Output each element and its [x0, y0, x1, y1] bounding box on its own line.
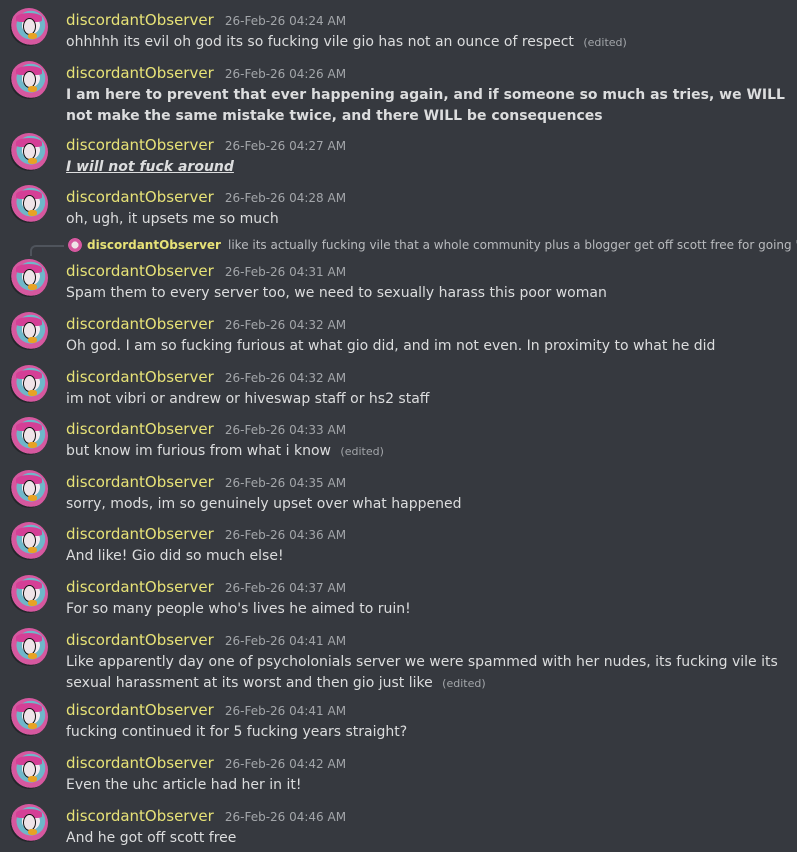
timestamp: 26-Feb-26 04:35 AM: [224, 476, 347, 490]
message-text: And like! Gio did so much else!: [66, 548, 284, 564]
avatar[interactable]: [10, 185, 48, 223]
edited-label: (edited): [442, 677, 486, 690]
reply-username[interactable]: discordantObserver: [87, 238, 221, 252]
username[interactable]: discordantObserver: [66, 136, 214, 154]
message-text: I am here to prevent that ever happening…: [66, 87, 785, 124]
message-text: but know im furious from what i know: [66, 443, 331, 459]
timestamp: 26-Feb-26 04:32 AM: [224, 371, 347, 385]
timestamp: 26-Feb-26 04:27 AM: [224, 139, 347, 153]
avatar[interactable]: [10, 522, 48, 560]
username[interactable]: discordantObserver: [66, 64, 214, 82]
avatar[interactable]: [10, 259, 48, 297]
avatar[interactable]: [10, 365, 48, 403]
username[interactable]: discordantObserver: [66, 701, 214, 719]
username[interactable]: discordantObserver: [66, 188, 214, 206]
avatar[interactable]: [10, 312, 48, 350]
message-text: I will not fuck around: [66, 159, 234, 175]
timestamp: 26-Feb-26 04:42 AM: [224, 757, 347, 771]
message-text: im not vibri or andrew or hiveswap staff…: [66, 391, 430, 407]
reply-preview[interactable]: discordantObserver like its actually fuc…: [30, 236, 797, 256]
timestamp: 26-Feb-26 04:36 AM: [224, 528, 347, 542]
avatar[interactable]: [10, 804, 48, 842]
avatar[interactable]: [10, 575, 48, 613]
timestamp: 26-Feb-26 04:32 AM: [224, 318, 347, 332]
username[interactable]: discordantObserver: [66, 368, 214, 386]
username[interactable]: discordantObserver: [66, 262, 214, 280]
timestamp: 26-Feb-26 04:28 AM: [224, 191, 347, 205]
username[interactable]: discordantObserver: [66, 631, 214, 649]
message-text: oh, ugh, it upsets me so much: [66, 211, 279, 227]
avatar[interactable]: [10, 628, 48, 666]
username[interactable]: discordantObserver: [66, 11, 214, 29]
message-text: sorry, mods, im so genuinely upset over …: [66, 496, 462, 512]
edited-label: (edited): [340, 445, 384, 458]
timestamp: 26-Feb-26 04:37 AM: [224, 581, 347, 595]
avatar[interactable]: [10, 61, 48, 99]
username[interactable]: discordantObserver: [66, 807, 214, 825]
timestamp: 26-Feb-26 04:33 AM: [224, 423, 347, 437]
avatar[interactable]: [10, 751, 48, 789]
username[interactable]: discordantObserver: [66, 525, 214, 543]
avatar[interactable]: [10, 133, 48, 171]
username[interactable]: discordantObserver: [66, 473, 214, 491]
timestamp: 26-Feb-26 04:46 AM: [224, 810, 347, 824]
message-text: fucking continued it for 5 fucking years…: [66, 724, 408, 740]
reply-avatar: [68, 238, 82, 252]
edited-label: (edited): [583, 36, 627, 49]
message-text: Spam them to every server too, we need t…: [66, 285, 607, 301]
timestamp: 26-Feb-26 04:26 AM: [224, 67, 347, 81]
username[interactable]: discordantObserver: [66, 315, 214, 333]
username[interactable]: discordantObserver: [66, 578, 214, 596]
message-text: For so many people who's lives he aimed …: [66, 601, 411, 617]
timestamp: 26-Feb-26 04:24 AM: [224, 14, 347, 28]
message-text: Even the uhc article had her in it!: [66, 777, 302, 793]
timestamp: 26-Feb-26 04:41 AM: [224, 634, 347, 648]
message-text: And he got off scott free: [66, 830, 237, 846]
timestamp: 26-Feb-26 04:41 AM: [224, 704, 347, 718]
avatar[interactable]: [10, 417, 48, 455]
reply-spine: [30, 245, 64, 256]
avatar[interactable]: [10, 698, 48, 736]
username[interactable]: discordantObserver: [66, 754, 214, 772]
timestamp: 26-Feb-26 04:31 AM: [224, 265, 347, 279]
message-text: Like apparently day one of psycholonials…: [66, 654, 778, 691]
reply-text[interactable]: like its actually fucking vile that a wh…: [228, 238, 797, 252]
message-text: Oh god. I am so fucking furious at what …: [66, 338, 716, 354]
message-text: ohhhhh its evil oh god its so fucking vi…: [66, 34, 574, 50]
avatar[interactable]: [10, 470, 48, 508]
avatar[interactable]: [10, 8, 48, 46]
username[interactable]: discordantObserver: [66, 420, 214, 438]
